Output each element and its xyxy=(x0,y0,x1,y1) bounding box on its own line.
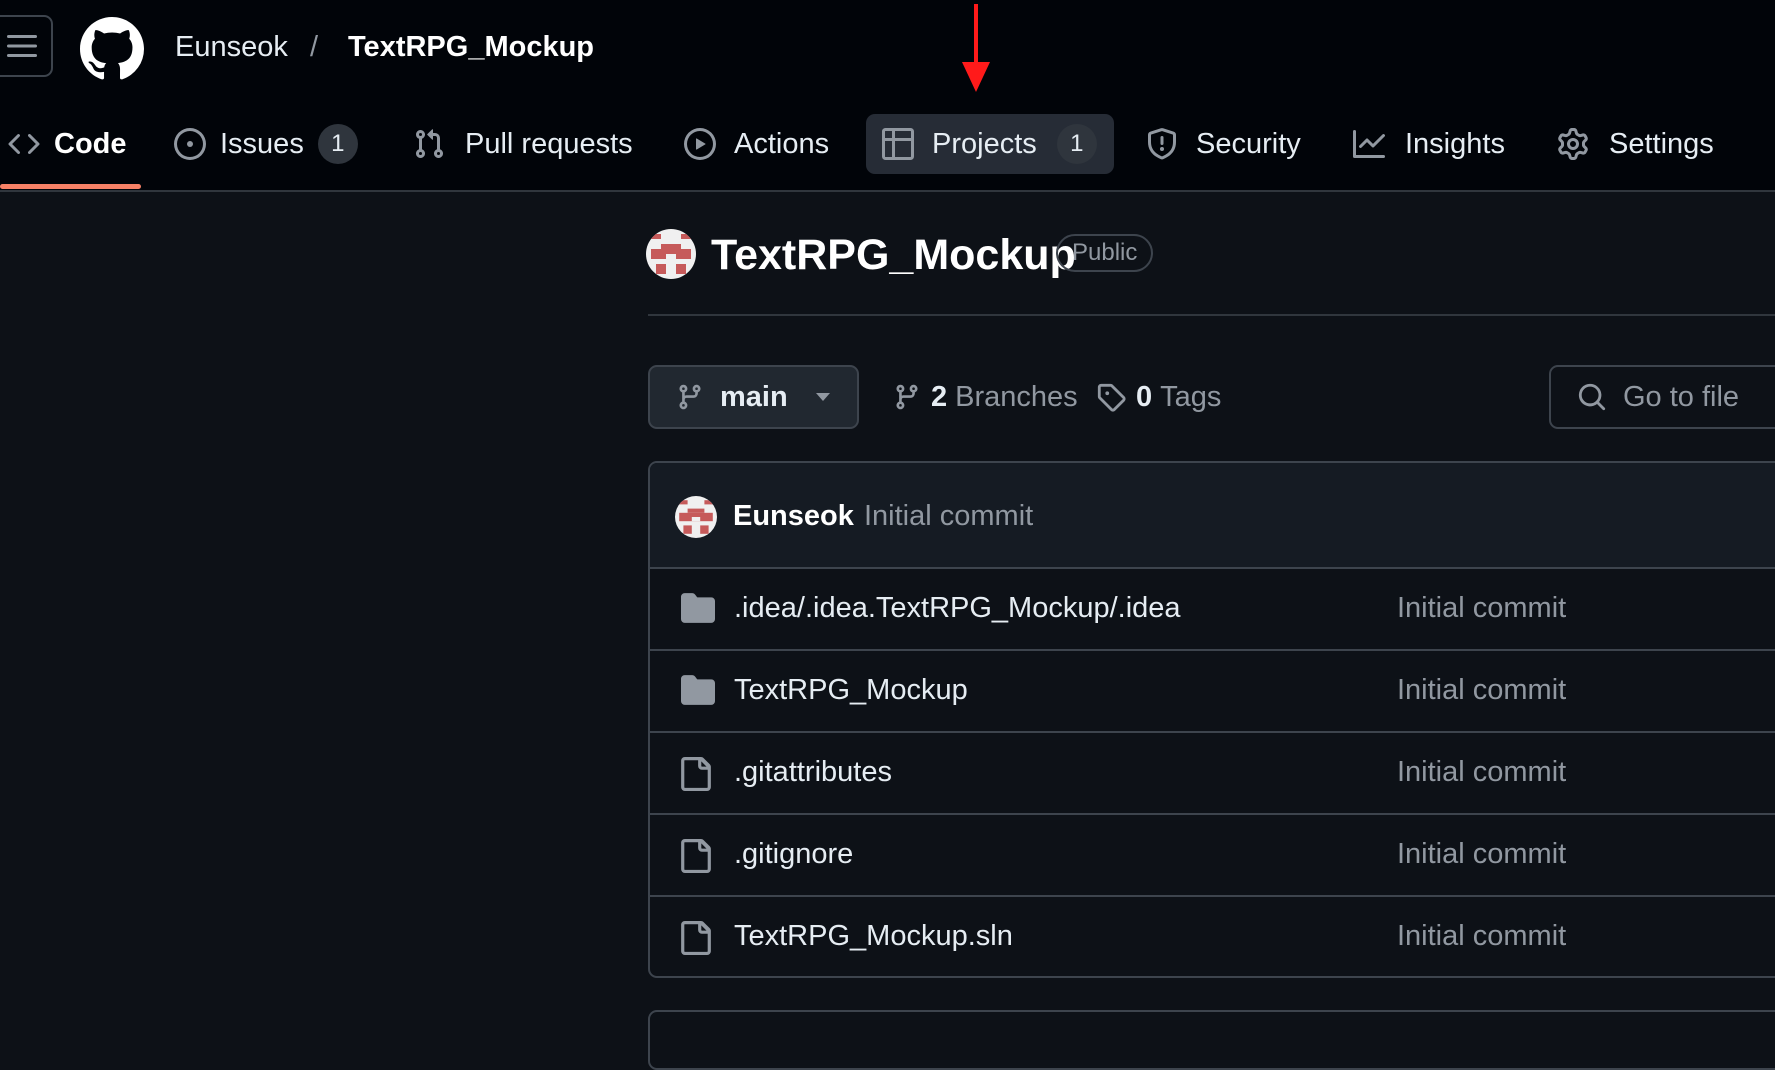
search-icon xyxy=(1578,383,1606,411)
tab-insights-label: Insights xyxy=(1405,127,1505,160)
file-name-link[interactable]: TextRPG_Mockup xyxy=(734,671,968,709)
projects-count-badge: 1 xyxy=(1056,124,1097,164)
file-icon xyxy=(681,757,711,791)
tags-count: 0 xyxy=(1136,380,1153,413)
file-commit-message-link[interactable]: Initial commit xyxy=(1397,671,1566,709)
file-commit-message-link[interactable]: Initial commit xyxy=(1397,589,1566,627)
breadcrumb-separator: / xyxy=(310,31,319,63)
file-name-link[interactable]: .gitattributes xyxy=(734,753,892,791)
git-pull-request-icon xyxy=(415,129,444,159)
triangle-down-icon xyxy=(815,393,830,401)
file-name-link[interactable]: TextRPG_Mockup.sln xyxy=(734,917,1013,955)
tab-settings[interactable]: Settings xyxy=(1557,114,1714,174)
shield-icon xyxy=(1148,128,1176,160)
tab-issues-label: Issues xyxy=(220,127,304,160)
github-logo-icon[interactable] xyxy=(80,17,144,81)
issues-count-badge: 1 xyxy=(317,124,358,164)
identicon-icon xyxy=(646,229,696,279)
file-row[interactable]: .gitattributes Initial commit xyxy=(650,733,1775,815)
visibility-badge: Public xyxy=(1056,234,1154,272)
tab-insights[interactable]: Insights xyxy=(1353,114,1505,174)
tab-code-label: Code xyxy=(54,127,127,160)
file-name-link[interactable]: .gitignore xyxy=(734,835,853,873)
gear-icon xyxy=(1558,128,1588,160)
repo-title[interactable]: TextRPG_Mockup xyxy=(711,229,1076,281)
tab-actions[interactable]: Actions xyxy=(684,114,829,174)
git-branch-icon xyxy=(896,384,918,410)
tab-pull-requests-label: Pull requests xyxy=(465,127,633,160)
code-icon xyxy=(8,133,40,155)
branches-count: 2 xyxy=(931,380,948,413)
folder-icon xyxy=(681,593,715,623)
file-row[interactable]: TextRPG_Mockup.sln Initial commit xyxy=(650,897,1775,976)
graph-icon xyxy=(1353,130,1385,158)
branch-name: main xyxy=(720,380,788,413)
file-row[interactable]: .idea/.idea.TextRPG_Mockup/.idea Initial… xyxy=(650,569,1775,651)
go-to-file-placeholder: Go to file xyxy=(1623,380,1740,413)
latest-commit-bar: Eunseok Initial commit xyxy=(650,463,1775,569)
file-name-link[interactable]: .idea/.idea.TextRPG_Mockup/.idea xyxy=(734,589,1181,627)
file-icon xyxy=(681,921,711,955)
go-to-file-input[interactable]: Go to file xyxy=(1549,365,1775,429)
branch-selector-button[interactable]: main xyxy=(648,365,859,429)
tab-pull-requests[interactable]: Pull requests xyxy=(413,114,633,174)
tab-projects-label: Projects xyxy=(932,127,1037,160)
tab-settings-label: Settings xyxy=(1609,127,1714,160)
menu-button[interactable] xyxy=(0,15,53,77)
tab-security[interactable]: Security xyxy=(1146,114,1301,174)
file-row[interactable]: TextRPG_Mockup Initial commit xyxy=(650,651,1775,733)
branches-label: Branches xyxy=(955,380,1078,413)
tab-code[interactable]: Code xyxy=(8,114,127,174)
repo-owner-avatar[interactable] xyxy=(646,229,696,279)
branches-link[interactable]: 2 Branches xyxy=(893,378,1078,416)
file-commit-message-link[interactable]: Initial commit xyxy=(1397,753,1566,791)
breadcrumb-owner-link[interactable]: Eunseok xyxy=(175,28,288,66)
file-listing: Eunseok Initial commit .idea/.idea.TextR… xyxy=(648,461,1775,978)
tab-security-label: Security xyxy=(1196,127,1301,160)
repo-header: Eunseok / TextRPG_Mockup Code Issues 1 P… xyxy=(0,0,1775,192)
git-branch-icon xyxy=(679,384,701,410)
table-icon xyxy=(882,128,914,160)
readme-box xyxy=(648,1010,1775,1070)
identicon-icon xyxy=(675,496,717,538)
tags-label: Tags xyxy=(1160,380,1222,413)
tags-link[interactable]: 0 Tags xyxy=(1096,378,1221,416)
file-icon xyxy=(681,839,711,873)
selected-tab-underline xyxy=(0,184,141,189)
hamburger-icon xyxy=(6,35,37,57)
breadcrumb-repo-link[interactable]: TextRPG_Mockup xyxy=(348,28,594,66)
commit-author-avatar[interactable] xyxy=(675,496,717,538)
play-icon xyxy=(684,128,716,160)
tag-icon xyxy=(1097,383,1126,412)
tab-actions-label: Actions xyxy=(734,127,830,160)
file-commit-message-link[interactable]: Initial commit xyxy=(1397,917,1566,955)
tab-issues[interactable]: Issues 1 xyxy=(174,114,358,174)
file-commit-message-link[interactable]: Initial commit xyxy=(1397,835,1566,873)
commit-author-link[interactable]: Eunseok xyxy=(733,497,854,535)
folder-icon xyxy=(681,675,715,705)
issue-opened-icon xyxy=(174,128,206,160)
title-divider xyxy=(648,314,1775,316)
annotation-arrow-icon xyxy=(962,4,990,92)
commit-message-link[interactable]: Initial commit xyxy=(864,497,1033,535)
file-row[interactable]: .gitignore Initial commit xyxy=(650,815,1775,897)
tab-projects[interactable]: Projects 1 xyxy=(866,114,1114,174)
